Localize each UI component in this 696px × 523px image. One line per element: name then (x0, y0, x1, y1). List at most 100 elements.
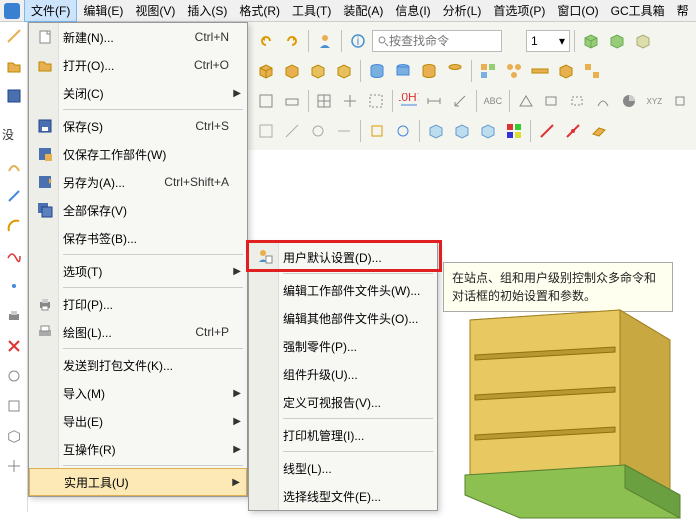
g3-icon[interactable] (306, 119, 330, 143)
cube3-icon[interactable] (631, 29, 655, 53)
left-pt-icon[interactable] (4, 276, 24, 296)
dim3-icon[interactable] (448, 89, 472, 113)
file-new[interactable]: 新建(N)...Ctrl+N (29, 23, 247, 51)
sub-edit-work-header[interactable]: 编辑工作部件文件头(W)... (249, 276, 437, 304)
line-r2-icon[interactable] (561, 119, 585, 143)
grid1-icon[interactable] (254, 89, 278, 113)
sub-edit-other-header[interactable]: 编辑其他部件文件头(O)... (249, 304, 437, 332)
sub-printer-mgmt[interactable]: 打印机管理(I)... (249, 421, 437, 449)
menu-edit[interactable]: 编辑(E) (77, 0, 129, 21)
grid5-icon[interactable] (364, 89, 388, 113)
left-print-icon[interactable] (4, 306, 24, 326)
box-b1-icon[interactable] (424, 119, 448, 143)
rect2-icon[interactable] (565, 89, 589, 113)
left-spl-icon[interactable] (4, 246, 24, 266)
menu-help[interactable]: 帮 (671, 0, 695, 21)
curve-icon[interactable] (591, 89, 615, 113)
command-search[interactable] (372, 30, 502, 52)
sub-linetype[interactable]: 线型(L)... (249, 454, 437, 482)
box-b2-icon[interactable] (450, 119, 474, 143)
cyl-gold2-icon[interactable] (443, 59, 467, 83)
menu-analyze[interactable]: 分析(L) (437, 0, 488, 21)
cyl-gold-icon[interactable] (417, 59, 441, 83)
grid2-icon[interactable] (280, 89, 304, 113)
sub-force-part[interactable]: 强制零件(P)... (249, 332, 437, 360)
file-close[interactable]: 关闭(C)▶ (29, 79, 247, 107)
file-open[interactable]: 打开(O)...Ctrl+O (29, 51, 247, 79)
parts3-icon[interactable] (528, 59, 552, 83)
xyz-icon[interactable]: XYZ (642, 89, 666, 113)
menu-assembly[interactable]: 装配(A) (337, 0, 389, 21)
sq-icon[interactable] (668, 89, 692, 113)
box-gold2-icon[interactable] (280, 59, 304, 83)
left-x-icon[interactable] (4, 336, 24, 356)
file-save-bookmark[interactable]: 保存书签(B)... (29, 224, 247, 252)
menu-prefs[interactable]: 首选项(P) (487, 0, 551, 21)
color-icon[interactable] (502, 119, 526, 143)
menu-info[interactable]: 信息(I) (389, 0, 436, 21)
box-gold4-icon[interactable] (332, 59, 356, 83)
menu-file[interactable]: 文件(F) (24, 0, 77, 22)
left-curve-icon[interactable] (4, 156, 24, 176)
parts2-icon[interactable] (502, 59, 526, 83)
file-send-pack[interactable]: 发送到打包文件(K)... (29, 351, 247, 379)
tri-icon[interactable] (514, 89, 538, 113)
g5-icon[interactable] (365, 119, 389, 143)
menu-tools[interactable]: 工具(T) (286, 0, 337, 21)
cube1-icon[interactable] (579, 29, 603, 53)
file-save[interactable]: 保存(S)Ctrl+S (29, 112, 247, 140)
file-save-as[interactable]: 另存为(A)...Ctrl+Shift+A (29, 168, 247, 196)
box-b3-icon[interactable] (476, 119, 500, 143)
file-interop[interactable]: 互操作(R)▶ (29, 435, 247, 463)
person-icon[interactable] (313, 29, 337, 53)
box-gold3-icon[interactable] (306, 59, 330, 83)
parts4-icon[interactable] (554, 59, 578, 83)
line-r1-icon[interactable] (535, 119, 559, 143)
sub-upgrade-comp[interactable]: 组件升级(U)... (249, 360, 437, 388)
cube2-icon[interactable] (605, 29, 629, 53)
box-gold-icon[interactable] (254, 59, 278, 83)
left-open-icon[interactable] (4, 56, 24, 76)
info-icon[interactable]: i (346, 29, 370, 53)
dim-icon[interactable]: 10H7 (397, 89, 421, 113)
model-viewport[interactable] (440, 300, 696, 520)
left-line-icon[interactable] (4, 186, 24, 206)
plane-icon[interactable] (587, 119, 611, 143)
search-input[interactable] (389, 34, 489, 48)
file-save-all[interactable]: 全部保存(V) (29, 196, 247, 224)
left-arc-icon[interactable] (4, 216, 24, 236)
menu-view[interactable]: 视图(V) (129, 0, 181, 21)
file-utilities[interactable]: 实用工具(U)▶ (29, 468, 247, 496)
left-misc3-icon[interactable] (4, 426, 24, 446)
left-misc1-icon[interactable] (4, 366, 24, 386)
sub-vis-report[interactable]: 定义可视报告(V)... (249, 388, 437, 416)
left-misc4-icon[interactable] (4, 456, 24, 476)
sub-select-linetype-file[interactable]: 选择线型文件(E)... (249, 482, 437, 510)
menu-window[interactable]: 窗口(O) (551, 0, 604, 21)
file-export[interactable]: 导出(E)▶ (29, 407, 247, 435)
file-print[interactable]: 打印(P)... (29, 290, 247, 318)
grid4-icon[interactable] (338, 89, 362, 113)
redo-button[interactable] (280, 29, 304, 53)
rect-icon[interactable] (539, 89, 563, 113)
file-save-work[interactable]: 仅保存工作部件(W) (29, 140, 247, 168)
cyl-blue2-icon[interactable] (391, 59, 415, 83)
file-plot[interactable]: 绘图(L)...Ctrl+P (29, 318, 247, 346)
g1-icon[interactable] (254, 119, 278, 143)
g6-icon[interactable] (391, 119, 415, 143)
undo-button[interactable] (254, 29, 278, 53)
menu-gctoolbox[interactable]: GC工具箱 (605, 0, 671, 21)
g4-icon[interactable] (332, 119, 356, 143)
menu-insert[interactable]: 插入(S) (181, 0, 233, 21)
grid3-icon[interactable] (312, 89, 336, 113)
parts5-icon[interactable] (580, 59, 604, 83)
file-options[interactable]: 选项(T)▶ (29, 257, 247, 285)
abc-icon[interactable]: ABC (481, 89, 505, 113)
pie-icon[interactable] (617, 89, 641, 113)
left-misc2-icon[interactable] (4, 396, 24, 416)
cyl-blue-icon[interactable] (365, 59, 389, 83)
menu-format[interactable]: 格式(R) (233, 0, 286, 21)
left-sketch-icon[interactable] (4, 26, 24, 46)
dim2-icon[interactable] (422, 89, 446, 113)
parts-icon[interactable] (476, 59, 500, 83)
